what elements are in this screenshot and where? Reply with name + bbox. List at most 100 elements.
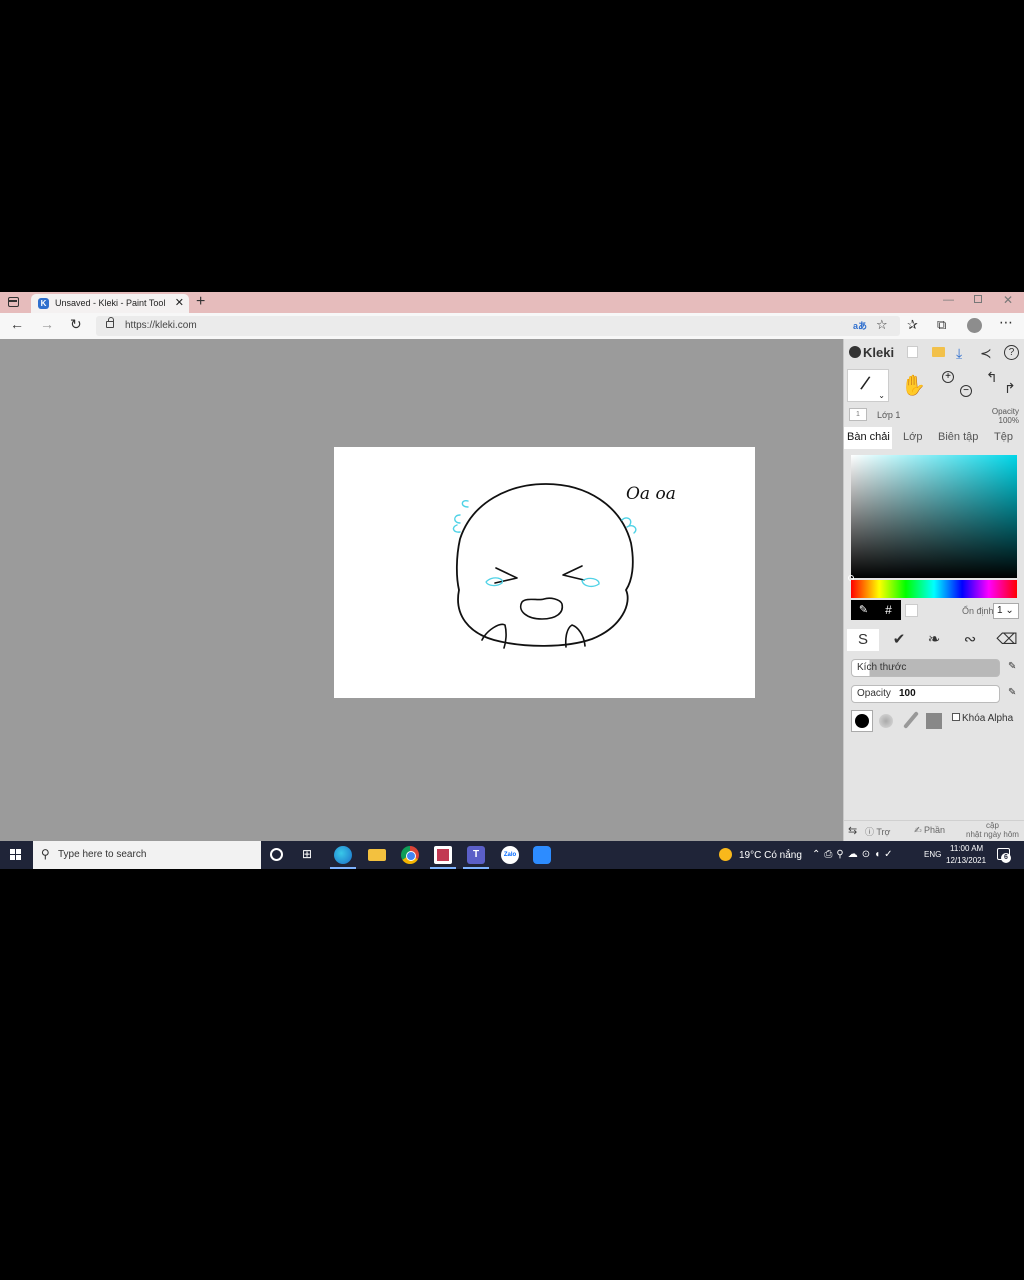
download-icon[interactable]: ⤓	[956, 345, 962, 362]
stabilizer-value: 1	[997, 605, 1003, 616]
zoom-out-icon[interactable]: −	[960, 385, 972, 397]
canvas-workspace[interactable]: Oa oa	[0, 339, 843, 841]
layer-name: Lớp 1	[877, 410, 901, 420]
teams-active-indicator	[463, 867, 489, 869]
opacity-slider[interactable]: Opacity 100	[851, 685, 1000, 703]
weather-sun-icon[interactable]	[719, 848, 732, 861]
eraser-icon[interactable]: ⌫	[991, 629, 1023, 651]
cortana-icon[interactable]	[270, 848, 283, 861]
language-indicator[interactable]: ENG	[924, 850, 941, 859]
taskbar-search-box[interactable]: ⚲ Type here to search	[33, 841, 261, 869]
size-pressure-icon[interactable]: ✎	[1008, 661, 1016, 672]
address-bar[interactable]: https://kleki.com aあ ☆	[96, 316, 900, 336]
undo-icon[interactable]: ↰	[986, 369, 998, 386]
brush-tool-button[interactable]: / ⌄	[847, 369, 889, 402]
pen-brush-icon[interactable]: S	[847, 629, 879, 651]
share-icon[interactable]: ≺	[980, 345, 992, 362]
favorites-icon[interactable]: ✰	[907, 317, 918, 333]
clock-date[interactable]: 12/13/2021	[946, 856, 986, 865]
redo-icon[interactable]: ↱	[1004, 380, 1016, 397]
line-preset-icon[interactable]	[899, 710, 921, 732]
chevron-down-icon[interactable]: ⌄	[878, 391, 885, 400]
layer-thumbnail[interactable]: 1	[849, 408, 867, 421]
edge-browser-icon[interactable]	[334, 846, 352, 864]
secondary-color-swatch[interactable]	[905, 604, 918, 617]
weather-text[interactable]: 19°C Có nắng	[739, 850, 802, 861]
url-text[interactable]: https://kleki.com	[125, 320, 197, 331]
forward-icon[interactable]: →	[40, 316, 54, 332]
layer-preview-row[interactable]: 1 Lớp 1 Opacity 100%	[844, 405, 1024, 425]
update-line-1: cập	[986, 821, 999, 830]
footer-update-link[interactable]: cập nhật ngày hôm	[966, 821, 1019, 839]
kleki-logo[interactable]: Kleki	[849, 345, 894, 360]
snipping-tool-icon[interactable]	[434, 846, 452, 864]
windows-taskbar: ⚲ Type here to search ⊞ T Zalo 19°C Có n…	[0, 841, 1024, 869]
task-view-icon[interactable]: ⊞	[302, 847, 320, 865]
opacity-pressure-icon[interactable]: ✎	[1008, 687, 1016, 698]
tab-close-icon[interactable]: ✕	[175, 296, 184, 309]
alpha-lock-checkbox[interactable]: Khóa Alpha	[952, 713, 1013, 724]
tab-edit[interactable]: Biên tập	[938, 427, 978, 449]
opacity-value: 100	[899, 688, 916, 699]
alpha-lock-box[interactable]	[952, 713, 960, 721]
clock-time[interactable]: 11:00 AM	[950, 844, 983, 853]
lock-icon[interactable]	[106, 317, 114, 328]
maximize-button[interactable]	[974, 295, 982, 303]
layer-opacity-label: Opacity	[991, 407, 1019, 416]
hand-tool-icon[interactable]: ✋	[901, 373, 926, 398]
file-explorer-icon[interactable]	[368, 849, 386, 861]
notification-count-badge: 6	[1001, 853, 1011, 863]
sketch-brush-icon[interactable]: ❧	[918, 629, 950, 651]
open-folder-icon[interactable]	[932, 347, 945, 357]
chrome-icon[interactable]	[401, 846, 419, 864]
more-menu-icon[interactable]: ⋯	[999, 314, 1013, 331]
windows-start-icon[interactable]	[10, 849, 22, 861]
add-favorite-icon[interactable]: ☆	[876, 317, 888, 333]
new-image-icon[interactable]	[907, 346, 918, 358]
brush-type-row: S ✔ ❧ ∾ ⌫	[844, 627, 1024, 653]
eyedropper-icon[interactable]: ✎	[851, 600, 876, 620]
back-icon[interactable]: ←	[10, 316, 24, 332]
crying-mouth	[520, 597, 564, 620]
tab-brush[interactable]: Bàn chải	[844, 427, 892, 449]
tool-panel: Kleki ⤓ ≺ ? / ⌄ ✋ + − ↰ ↱ 1 Lớp 1 Opacity…	[843, 339, 1024, 841]
footer-share-link[interactable]: ✍ Phần	[914, 825, 945, 836]
refresh-icon[interactable]: ↻	[70, 316, 82, 333]
kleki-logo-text: Kleki	[863, 345, 895, 360]
alpha-lock-label: Khóa Alpha	[962, 713, 1014, 724]
tab-actions-icon[interactable]	[8, 297, 19, 307]
collections-icon[interactable]: ⧉	[937, 317, 946, 333]
teams-icon[interactable]: T	[467, 846, 485, 864]
update-line-2: nhật ngày hôm	[966, 830, 1019, 839]
tab-layer[interactable]: Lớp	[903, 427, 922, 449]
browser-tab[interactable]: K Unsaved - Kleki - Paint Tool ✕	[31, 294, 189, 313]
browser-navbar: ← → ↻ https://kleki.com aあ ☆ ✰ ⧉ ⋯	[0, 313, 1024, 339]
smooth-brush-icon[interactable]: ∾	[954, 629, 986, 651]
hex-input-button[interactable]: #	[876, 600, 901, 620]
blend-brush-icon[interactable]: ✔	[883, 629, 915, 651]
drawing-canvas[interactable]: Oa oa	[334, 447, 755, 698]
zoom-in-icon[interactable]: +	[942, 371, 954, 383]
new-tab-button[interactable]: +	[196, 293, 205, 311]
read-aloud-icon[interactable]: aあ	[853, 319, 867, 332]
square-preset-icon[interactable]	[923, 710, 945, 732]
minimize-button[interactable]: —	[943, 294, 954, 306]
tab-file[interactable]: Tệp	[994, 427, 1013, 449]
zalo-icon[interactable]: Zalo	[501, 846, 519, 864]
help-icon[interactable]: ?	[1004, 345, 1019, 360]
sweat-mark-2	[452, 514, 461, 533]
window-close-button[interactable]: ✕	[1003, 293, 1013, 307]
left-closed-eye	[494, 567, 518, 584]
footer-help-link[interactable]: ⓘ Trợ	[865, 825, 890, 838]
swap-side-icon[interactable]: ⇆	[848, 824, 857, 837]
zoom-app-icon[interactable]	[533, 846, 551, 864]
stabilizer-select[interactable]: 1 ⌄	[993, 603, 1019, 619]
system-tray-icons[interactable]: ⌃⎙⚲☁⊙◖✓	[812, 849, 897, 860]
color-picker-area[interactable]	[848, 455, 1017, 581]
hue-slider[interactable]	[851, 580, 1017, 598]
soft-preset-icon[interactable]	[875, 710, 897, 732]
size-slider[interactable]: Kích thước	[851, 659, 1000, 677]
round-preset-icon[interactable]	[851, 710, 873, 732]
search-placeholder[interactable]: Type here to search	[58, 849, 146, 860]
profile-avatar[interactable]	[967, 318, 982, 333]
